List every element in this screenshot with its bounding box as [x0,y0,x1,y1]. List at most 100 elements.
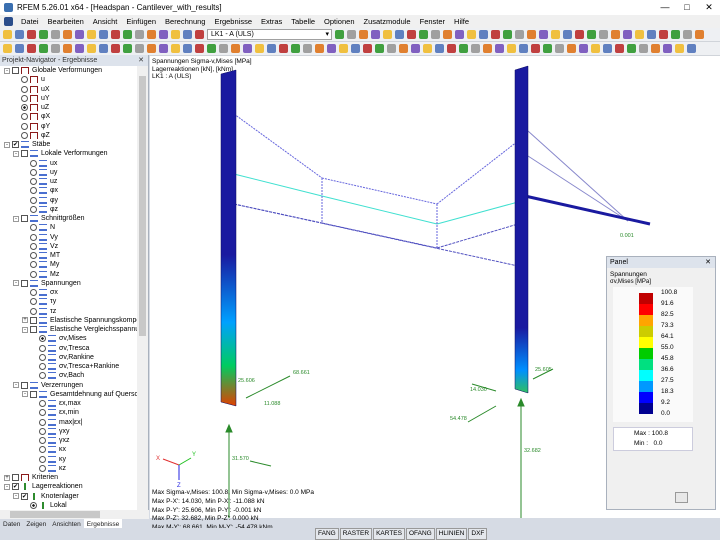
menu-item[interactable]: Tabelle [291,17,315,26]
toolbar-button-icon[interactable] [567,44,576,53]
toolbar-button-icon[interactable] [683,30,692,39]
toolbar-button-icon[interactable] [675,44,684,53]
toolbar-button-icon[interactable] [159,44,168,53]
status-toggle[interactable]: FANG [315,528,339,540]
radio-button[interactable] [30,270,37,278]
tree-item[interactable]: Lokal [0,501,137,510]
radio-button[interactable] [39,455,46,463]
toolbar-button-icon[interactable] [647,30,656,39]
radio-button[interactable] [30,252,37,260]
toolbar-button-icon[interactable] [519,44,528,53]
toolbar-button-icon[interactable] [447,44,456,53]
toolbar-button-icon[interactable] [327,44,336,53]
tree-item[interactable]: εx,max [0,399,137,408]
toolbar-button-icon[interactable] [99,44,108,53]
collapse-icon[interactable]: - [4,483,10,490]
tree-item[interactable]: - Gesamtdehnung auf Querschnitt [0,390,137,399]
radio-button[interactable] [30,196,37,204]
radio-button[interactable] [30,224,37,232]
radio-button[interactable] [39,437,46,445]
tree-item[interactable]: κx [0,445,137,454]
tree-item[interactable]: - Spannungen [0,279,137,288]
menu-item[interactable]: Extras [261,17,282,26]
toolbar-button-icon[interactable] [603,44,612,53]
radio-button[interactable] [21,122,28,130]
tree-item[interactable]: σv,Mises [0,334,137,343]
toolbar-button-icon[interactable] [75,30,84,39]
toolbar-button-icon[interactable] [663,44,672,53]
collapse-icon[interactable]: - [4,67,10,74]
toolbar-button-icon[interactable] [123,44,132,53]
status-toggle[interactable]: RASTER [339,528,373,540]
collapse-icon[interactable]: - [13,150,19,157]
toolbar-button-icon[interactable] [3,30,12,39]
radio-button[interactable] [39,363,46,371]
toolbar-button-icon[interactable] [615,44,624,53]
radio-button[interactable] [39,335,46,343]
toolbar-button-icon[interactable] [303,44,312,53]
expand-icon[interactable]: + [4,474,10,481]
radio-button[interactable] [21,104,28,112]
toolbar-button-icon[interactable] [347,30,356,39]
tree-item[interactable]: uy [0,168,137,177]
navigator-vertical-scrollbar[interactable] [137,66,148,510]
toolbar-button-icon[interactable] [551,30,560,39]
tree-item[interactable]: - Lokale Verformungen [0,149,137,158]
menu-item[interactable]: Optionen [324,17,354,26]
toolbar-button-icon[interactable] [671,30,680,39]
toolbar-button-icon[interactable] [407,30,416,39]
toolbar-button-icon[interactable] [195,44,204,53]
menu-item[interactable]: Fenster [420,17,445,26]
toolbar-button-icon[interactable] [539,30,548,39]
collapse-icon[interactable]: - [13,215,19,222]
toolbar-button-icon[interactable] [147,44,156,53]
checkbox[interactable] [21,381,28,389]
toolbar-button-icon[interactable] [399,44,408,53]
toolbar-button-icon[interactable] [623,30,632,39]
menu-item[interactable]: Einfügen [126,17,156,26]
radio-button[interactable] [30,261,37,269]
tree-item[interactable]: uY [0,94,137,103]
toolbar-button-icon[interactable] [579,44,588,53]
tree-item[interactable]: ux [0,159,137,168]
radio-button[interactable] [39,400,46,408]
radio-button[interactable] [39,372,46,380]
toolbar-button-icon[interactable] [471,44,480,53]
toolbar-button-icon[interactable] [479,30,488,39]
toolbar-button-icon[interactable] [495,44,504,53]
toolbar-button-icon[interactable] [411,44,420,53]
toolbar-button-icon[interactable] [195,30,204,39]
toolbar-button-icon[interactable] [207,44,216,53]
tree-item[interactable]: Vy [0,233,137,242]
toolbar-button-icon[interactable] [51,30,60,39]
toolbar-button-icon[interactable] [15,44,24,53]
tree-item[interactable]: + Kriterien [0,473,137,482]
status-toggle[interactable]: HLINIEN [435,528,468,540]
toolbar-button-icon[interactable] [483,44,492,53]
toolbar-button-icon[interactable] [503,30,512,39]
toolbar-button-icon[interactable] [563,30,572,39]
toolbar-button-icon[interactable] [639,44,648,53]
radio-button[interactable] [30,205,37,213]
toolbar-button-icon[interactable] [123,30,132,39]
expand-icon[interactable]: + [22,317,28,324]
toolbar-button-icon[interactable] [375,44,384,53]
toolbar-button-icon[interactable] [27,44,36,53]
toolbar-button-icon[interactable] [467,30,476,39]
radio-button[interactable] [39,353,46,361]
toolbar-button-icon[interactable] [695,30,704,39]
toolbar-button-icon[interactable] [555,44,564,53]
panel-close-icon[interactable]: ✕ [705,257,711,268]
toolbar-button-icon[interactable] [515,30,524,39]
tree-item[interactable]: σv,Rankine [0,353,137,362]
tree-item[interactable]: + Elastische Spannungskomponenten [0,316,137,325]
toolbar-button-icon[interactable] [87,30,96,39]
tree-item[interactable]: uZ [0,103,137,112]
tree-item[interactable]: τy [0,297,137,306]
toolbar-button-icon[interactable] [575,30,584,39]
radio-button[interactable] [30,187,37,195]
checkbox[interactable] [30,316,37,324]
radio-button[interactable] [30,242,37,250]
toolbar-button-icon[interactable] [99,30,108,39]
toolbar-button-icon[interactable] [687,44,696,53]
